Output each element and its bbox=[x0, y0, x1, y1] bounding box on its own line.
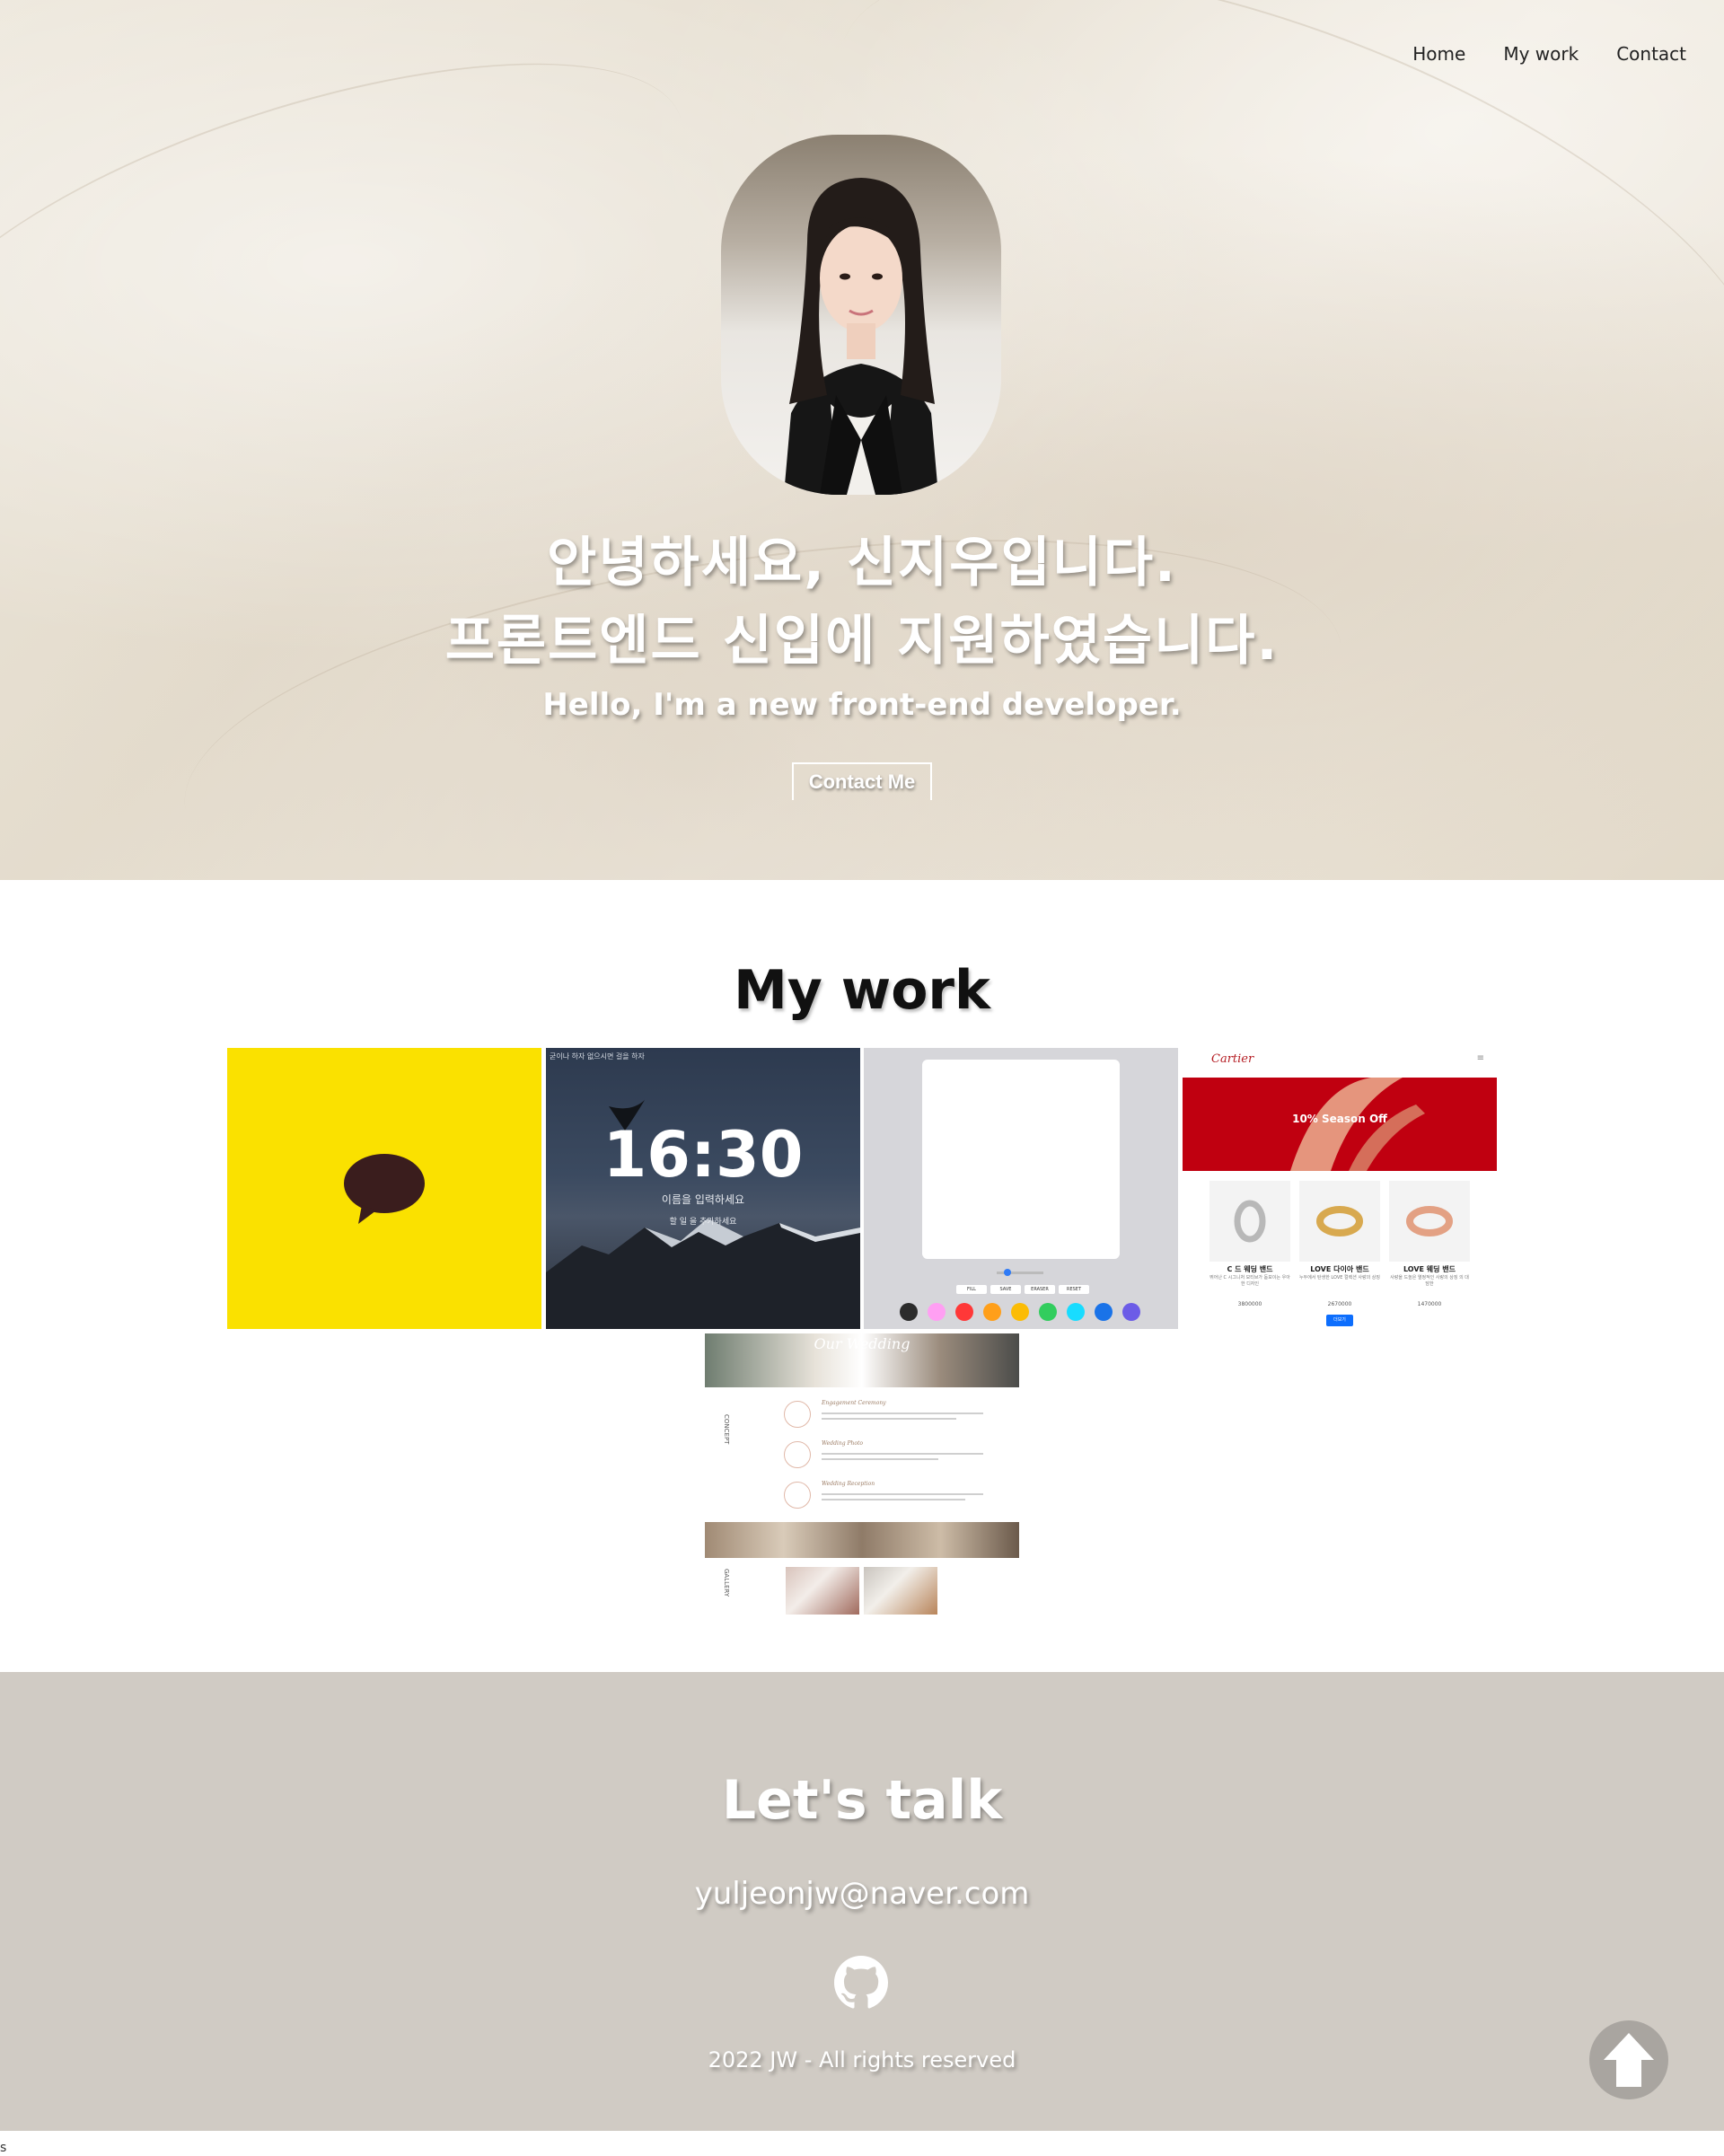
cartier-banner-text: 10% Season Off bbox=[1292, 1113, 1387, 1125]
work-thumbnail-wedding-site[interactable]: Our Wedding CONCEPT Engagement Ceremony … bbox=[705, 1333, 1019, 1615]
text-line bbox=[822, 1493, 983, 1495]
paint-save-button: SAVE bbox=[990, 1285, 1021, 1294]
text-line bbox=[822, 1453, 983, 1455]
contact-section: Let's talk yuljeonjw@naver.com 2022 JW -… bbox=[0, 1672, 1724, 2131]
wedding-gallery-label: GALLERY bbox=[723, 1569, 730, 1597]
back-to-top-button[interactable] bbox=[1589, 2020, 1668, 2099]
wedding-concept-label: CONCEPT bbox=[723, 1414, 730, 1445]
copyright-text: 2022 JW - All rights reserved bbox=[708, 2047, 1016, 2072]
my-work-title: My work bbox=[734, 959, 990, 1022]
wedding-header-title: Our Wedding bbox=[814, 1335, 910, 1352]
product-description: 사랑을 드높은 열정적인 사랑의 상징 의 대담한 bbox=[1390, 1275, 1469, 1287]
work-thumbnail-kakao[interactable] bbox=[227, 1048, 541, 1329]
product-description: 누두에서 탄생한 LOVE 컬렉션 사랑의 상징 bbox=[1299, 1275, 1380, 1280]
clock-name-prompt: 이름을 입력하세요 bbox=[661, 1193, 745, 1206]
more-button: 더보기 bbox=[1326, 1315, 1353, 1326]
nav-my-work-link[interactable]: My work bbox=[1503, 43, 1579, 65]
product-name: LOVE 다이아 밴드 bbox=[1310, 1265, 1369, 1273]
speech-bubble-icon bbox=[344, 1154, 425, 1224]
wedding-item-title: Engagement Ceremony bbox=[822, 1400, 886, 1406]
hero-greeting-line2: 프론트엔드 신입에 지원하였습니다. bbox=[444, 610, 1280, 673]
gallery-photo-bouquet bbox=[786, 1567, 859, 1615]
rings-icon bbox=[784, 1401, 811, 1428]
product-price: 1470000 bbox=[1417, 1301, 1442, 1307]
hero-subtitle: Hello, I'm a new front-end developer. bbox=[542, 687, 1182, 723]
color-swatch bbox=[1122, 1303, 1140, 1321]
product-image-ring bbox=[1209, 1181, 1290, 1262]
product-price: 3800000 bbox=[1237, 1301, 1262, 1307]
profile-portrait-illustration bbox=[784, 178, 938, 495]
text-line bbox=[822, 1499, 965, 1500]
hamburger-icon: ≡ bbox=[1476, 1053, 1484, 1063]
gallery-photo-rings bbox=[864, 1567, 937, 1615]
top-navigation: Home My work Contact bbox=[1412, 43, 1686, 65]
product-image-ring bbox=[1299, 1181, 1380, 1262]
product-image-ring bbox=[1389, 1181, 1470, 1262]
cake-icon bbox=[784, 1482, 811, 1509]
arrow-up-icon bbox=[1604, 2033, 1654, 2087]
color-swatch bbox=[928, 1303, 946, 1321]
product-description: 뛰어난 C 시그니처 모티브가 돋보이는 우아한 디자인 bbox=[1209, 1275, 1290, 1287]
wedding-item-title: Wedding Photo bbox=[822, 1440, 863, 1447]
wedding-photo-strip bbox=[705, 1522, 1019, 1558]
hero-greeting-line1: 안녕하세요, 신지우입니다. bbox=[547, 532, 1177, 594]
color-swatch bbox=[1095, 1303, 1113, 1321]
color-swatch bbox=[1067, 1303, 1085, 1321]
work-thumbnail-momentum-clock[interactable]: 굳이나 하자 없으시면 걸을 하자 16:30 이름을 입력하세요 할 일 을 … bbox=[546, 1048, 860, 1329]
profile-photo bbox=[721, 135, 1001, 495]
clock-todo-prompt: 할 일 을 추가하세요 bbox=[669, 1218, 737, 1227]
lets-talk-title: Let's talk bbox=[721, 1769, 1003, 1832]
work-thumbnail-cartier-shop[interactable]: Cartier ≡ 10% Season Off C 드 웨딩 밴드 LOVE … bbox=[1183, 1048, 1497, 1329]
marble-texture bbox=[0, 0, 723, 496]
paint-fill-button: FILL bbox=[956, 1285, 987, 1294]
product-price: 2670000 bbox=[1327, 1301, 1352, 1307]
work-thumbnail-paint-app[interactable]: FILL SAVE ERASER RESET bbox=[864, 1048, 1178, 1329]
text-line bbox=[822, 1418, 956, 1420]
paint-reset-button: RESET bbox=[1059, 1285, 1089, 1294]
text-line bbox=[822, 1458, 938, 1460]
product-name: C 드 웨딩 밴드 bbox=[1227, 1265, 1273, 1273]
nav-home-link[interactable]: Home bbox=[1412, 43, 1465, 65]
camera-icon bbox=[784, 1441, 811, 1468]
stray-text: s bbox=[0, 2141, 7, 2155]
contact-email-link[interactable]: yuljeonjw@naver.com bbox=[0, 1876, 1724, 1912]
cartier-logo: Cartier bbox=[1211, 1052, 1254, 1066]
brush-size-slider bbox=[997, 1269, 1043, 1276]
clock-caption: 굳이나 하자 없으시면 걸을 하자 bbox=[550, 1052, 645, 1060]
color-swatch bbox=[1011, 1303, 1029, 1321]
nav-contact-link[interactable]: Contact bbox=[1616, 43, 1686, 65]
paint-eraser-button: ERASER bbox=[1025, 1285, 1055, 1294]
hero-section: Home My work Contact 안녕하세요, 신지우입니다. 프론트엔… bbox=[0, 0, 1724, 978]
product-name: LOVE 웨딩 밴드 bbox=[1403, 1265, 1456, 1273]
clock-time: 16:30 bbox=[603, 1118, 804, 1192]
wedding-item-title: Wedding Reception bbox=[822, 1481, 875, 1487]
contact-me-button[interactable]: Contact Me bbox=[792, 762, 932, 800]
color-swatch bbox=[900, 1303, 918, 1321]
color-swatch bbox=[983, 1303, 1001, 1321]
color-swatch bbox=[955, 1303, 973, 1321]
text-line bbox=[822, 1412, 983, 1414]
color-swatch bbox=[1039, 1303, 1057, 1321]
github-icon[interactable] bbox=[834, 1956, 888, 2010]
paint-canvas bbox=[922, 1060, 1120, 1259]
